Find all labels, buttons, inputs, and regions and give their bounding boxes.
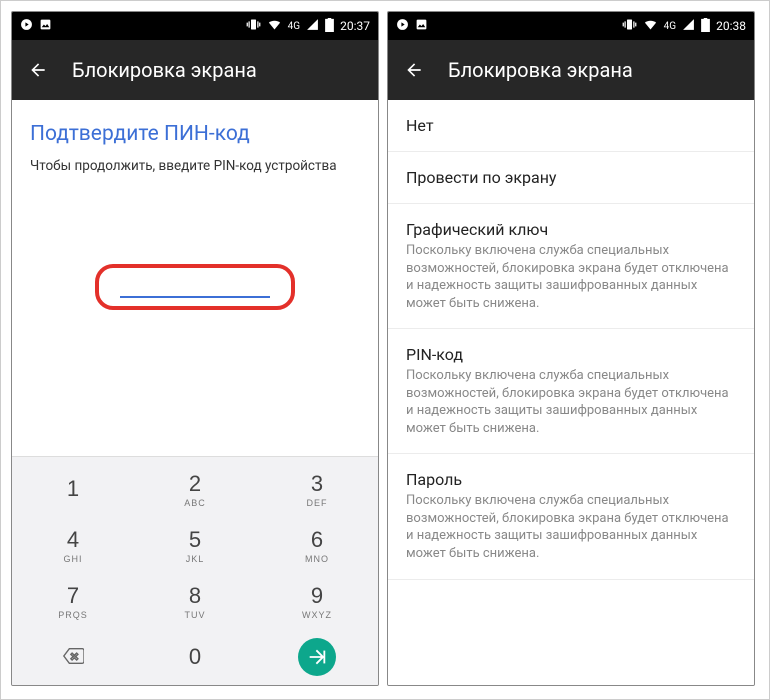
- image-icon: [415, 18, 428, 34]
- option-pin[interactable]: PIN-код Поскольку включена служба специа…: [388, 329, 754, 454]
- option-swipe[interactable]: Провести по экрану: [388, 152, 754, 204]
- option-desc: Поскольку включена служба специальных во…: [406, 492, 736, 562]
- play-icon: [396, 18, 409, 34]
- status-time: 20:37: [340, 19, 370, 33]
- pin-content: Подтвердите ПИН-код Чтобы продолжить, вв…: [12, 100, 378, 310]
- key-0[interactable]: 0: [134, 629, 256, 685]
- status-bar: 4G 20:37: [12, 12, 378, 40]
- option-title: Нет: [406, 116, 736, 135]
- play-icon: [20, 18, 33, 34]
- app-bar: Блокировка экрана: [388, 40, 754, 100]
- option-title: Графический ключ: [406, 220, 736, 239]
- signal-icon: [306, 18, 319, 34]
- option-desc: Поскольку включена служба специальных во…: [406, 367, 736, 437]
- wifi-icon: [267, 17, 282, 35]
- key-4[interactable]: 4GHI: [12, 517, 134, 573]
- option-pattern[interactable]: Графический ключ Поскольку включена служ…: [388, 204, 754, 329]
- signal-icon: [682, 18, 695, 34]
- pin-title: Подтвердите ПИН-код: [30, 122, 360, 146]
- option-desc: Поскольку включена служба специальных во…: [406, 242, 736, 312]
- key-1[interactable]: 1: [12, 461, 134, 517]
- lock-options-list: Нет Провести по экрану Графический ключ …: [388, 100, 754, 685]
- status-time: 20:38: [716, 19, 746, 33]
- option-title: Провести по экрану: [406, 168, 736, 187]
- enter-icon: [298, 638, 336, 676]
- backspace-icon: [62, 645, 84, 670]
- key-9[interactable]: 9WXYZ: [256, 573, 378, 629]
- status-bar: 4G 20:38: [388, 12, 754, 40]
- battery-icon: [325, 18, 334, 35]
- key-6[interactable]: 6MNO: [256, 517, 378, 573]
- key-7[interactable]: 7PRQS: [12, 573, 134, 629]
- key-5[interactable]: 5JKL: [134, 517, 256, 573]
- phone-right: 4G 20:38 Блокировка экрана Нет Провести …: [387, 11, 755, 686]
- vibrate-icon: [622, 17, 637, 35]
- back-icon[interactable]: [28, 60, 48, 80]
- network-4g-icon: 4G: [664, 21, 676, 32]
- key-8[interactable]: 8TUV: [134, 573, 256, 629]
- vibrate-icon: [246, 17, 261, 35]
- pin-input[interactable]: [120, 296, 270, 298]
- key-2[interactable]: 2ABC: [134, 461, 256, 517]
- option-title: Пароль: [406, 470, 736, 489]
- option-none[interactable]: Нет: [388, 100, 754, 152]
- appbar-title: Блокировка экрана: [72, 58, 257, 82]
- image-icon: [39, 18, 52, 34]
- option-title: PIN-код: [406, 345, 736, 364]
- network-4g-icon: 4G: [288, 21, 300, 32]
- key-3[interactable]: 3DEF: [256, 461, 378, 517]
- pin-subtitle: Чтобы продолжить, введите PIN-код устрой…: [30, 158, 360, 174]
- pin-input-highlight: [95, 264, 295, 310]
- appbar-title: Блокировка экрана: [448, 58, 633, 82]
- phone-left: 4G 20:37 Блокировка экрана Подтвердите П…: [11, 11, 379, 686]
- back-icon[interactable]: [404, 60, 424, 80]
- enter-key[interactable]: [256, 629, 378, 685]
- wifi-icon: [643, 17, 658, 35]
- app-bar: Блокировка экрана: [12, 40, 378, 100]
- battery-icon: [701, 18, 710, 35]
- option-password[interactable]: Пароль Поскольку включена служба специал…: [388, 454, 754, 579]
- numeric-keypad: 1 2ABC 3DEF 4GHI 5JKL 6MNO 7PRQS 8TUV 9W…: [12, 456, 378, 685]
- backspace-key[interactable]: [12, 629, 134, 685]
